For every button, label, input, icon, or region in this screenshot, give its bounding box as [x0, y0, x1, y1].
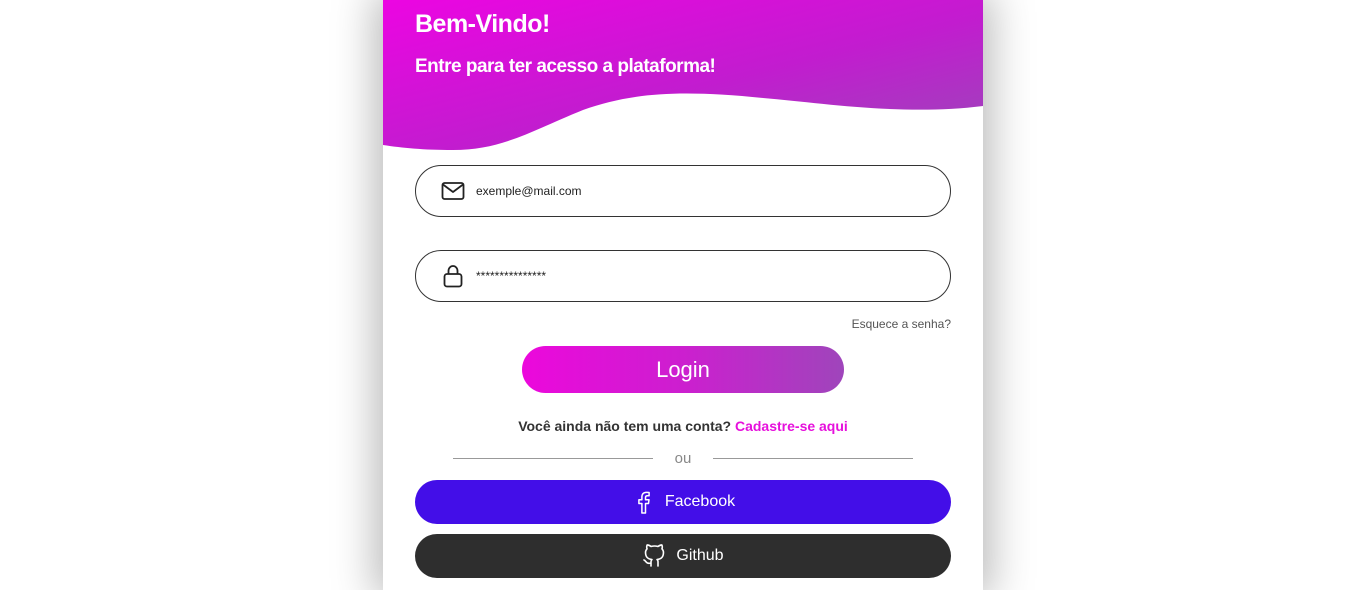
signup-prompt-text: Você ainda não tem uma conta? [518, 418, 732, 434]
welcome-title: Bem-Vindo! [415, 10, 550, 38]
facebook-label: Facebook [664, 493, 736, 510]
lock-icon [440, 263, 466, 289]
password-field[interactable] [415, 250, 951, 302]
email-field[interactable] [415, 165, 951, 217]
login-card: Bem-Vindo! Entre para ter acesso a plata… [383, 0, 983, 590]
welcome-subtitle: Entre para ter acesso a plataforma! [415, 56, 716, 77]
github-label: Github [676, 547, 724, 564]
login-button[interactable]: Login [522, 346, 844, 393]
divider-line-right [713, 458, 913, 459]
password-input[interactable] [476, 269, 916, 283]
facebook-login-button[interactable]: Facebook [415, 480, 951, 524]
github-icon [642, 544, 666, 568]
github-login-button[interactable]: Github [415, 534, 951, 578]
signup-prompt-row: Você ainda não tem uma conta? Cadastre-s… [383, 418, 983, 434]
mail-icon [440, 178, 466, 204]
signup-link[interactable]: Cadastre-se aqui [735, 418, 848, 434]
email-input[interactable] [476, 184, 916, 198]
facebook-icon [631, 490, 655, 514]
forgot-password-link[interactable]: Esquece a senha? [852, 317, 951, 331]
